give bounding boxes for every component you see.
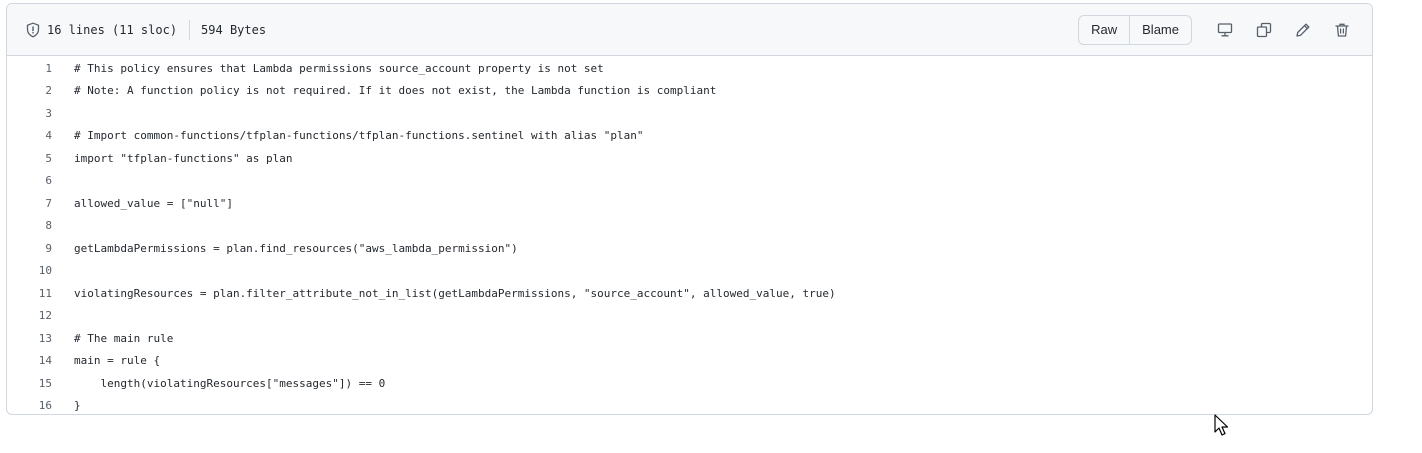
code-line: 16} <box>7 395 1372 415</box>
line-number[interactable]: 15 <box>7 377 52 390</box>
line-number[interactable]: 3 <box>7 107 52 120</box>
line-number[interactable]: 6 <box>7 174 52 187</box>
line-content: # Note: A function policy is not require… <box>74 84 717 98</box>
delete-button[interactable] <box>1328 16 1356 44</box>
code-line: 12 <box>7 305 1372 328</box>
code-line: 2 # Note: A function policy is not requir… <box>7 80 1372 103</box>
trash-icon <box>1335 23 1349 37</box>
copy-button[interactable] <box>1250 16 1278 44</box>
line-content: main = rule { <box>74 354 161 368</box>
line-content: # This policy ensures that Lambda permis… <box>74 61 604 75</box>
line-content: violatingResources = plan.filter_attribu… <box>74 286 836 300</box>
line-content: # Import common-functions/tfplan-functio… <box>74 129 644 143</box>
line-number[interactable]: 10 <box>7 264 52 277</box>
code-line: 5 import "tfplan-functions" as plan <box>7 147 1372 170</box>
line-number[interactable]: 4 <box>7 129 52 142</box>
blame-button[interactable]: Blame <box>1129 15 1191 44</box>
code-line: 10 <box>7 260 1372 283</box>
code-line: 9 getLambdaPermissions = plan.find_resour… <box>7 237 1372 260</box>
header-divider <box>189 19 191 40</box>
line-number[interactable]: 16 <box>7 399 52 412</box>
line-content: allowed_value = ["null"] <box>74 196 233 210</box>
line-number[interactable]: 9 <box>7 242 52 255</box>
file-actions: Raw Blame <box>1078 14 1356 45</box>
file-size: 594 Bytes <box>201 22 267 37</box>
shield-icon <box>25 22 41 38</box>
code-view[interactable]: 1 # This policy ensures that Lambda permi… <box>7 56 1372 415</box>
line-number[interactable]: 13 <box>7 332 52 345</box>
code-line: 1 # This policy ensures that Lambda permi… <box>7 57 1372 80</box>
display-rendered-button[interactable] <box>1211 16 1239 44</box>
edit-button[interactable] <box>1289 16 1317 44</box>
raw-button[interactable]: Raw <box>1079 16 1129 44</box>
code-line: 4 # Import common-functions/tfplan-functi… <box>7 125 1372 148</box>
line-number[interactable]: 5 <box>7 152 52 165</box>
code-line: 3 <box>7 102 1372 125</box>
file-info: 16 lines (11 sloc) 594 Bytes <box>25 19 267 40</box>
line-content: } <box>74 399 81 413</box>
code-line: 13 # The main rule <box>7 327 1372 350</box>
code-line: 6 <box>7 170 1372 193</box>
copy-icon <box>1256 22 1272 37</box>
line-number[interactable]: 12 <box>7 309 52 322</box>
line-number[interactable]: 8 <box>7 219 52 232</box>
code-line: 7 allowed_value = ["null"] <box>7 192 1372 215</box>
line-content: # The main rule <box>74 331 174 345</box>
line-number[interactable]: 1 <box>7 62 52 75</box>
file-viewer: 16 lines (11 sloc) 594 Bytes Raw Blame 1… <box>6 3 1373 415</box>
mouse-cursor-icon <box>1214 414 1229 436</box>
raw-blame-group: Raw Blame <box>1078 14 1192 45</box>
pencil-icon <box>1296 23 1310 37</box>
code-line: 8 <box>7 215 1372 238</box>
line-number[interactable]: 11 <box>7 287 52 300</box>
line-number[interactable]: 7 <box>7 197 52 210</box>
line-count: 16 lines (11 sloc) <box>47 22 178 37</box>
line-content: import "tfplan-functions" as plan <box>74 151 293 165</box>
line-content: getLambdaPermissions = plan.find_resourc… <box>74 241 518 255</box>
file-header: 16 lines (11 sloc) 594 Bytes Raw Blame <box>7 4 1372 56</box>
line-number[interactable]: 14 <box>7 354 52 367</box>
code-line: 14 main = rule { <box>7 350 1372 373</box>
line-content: length(violatingResources["messages"]) =… <box>74 376 386 390</box>
code-line: 15 length(violatingResources["messages"]… <box>7 372 1372 395</box>
line-number[interactable]: 2 <box>7 84 52 97</box>
display-icon <box>1217 22 1233 36</box>
code-line: 11 violatingResources = plan.filter_attri… <box>7 282 1372 305</box>
